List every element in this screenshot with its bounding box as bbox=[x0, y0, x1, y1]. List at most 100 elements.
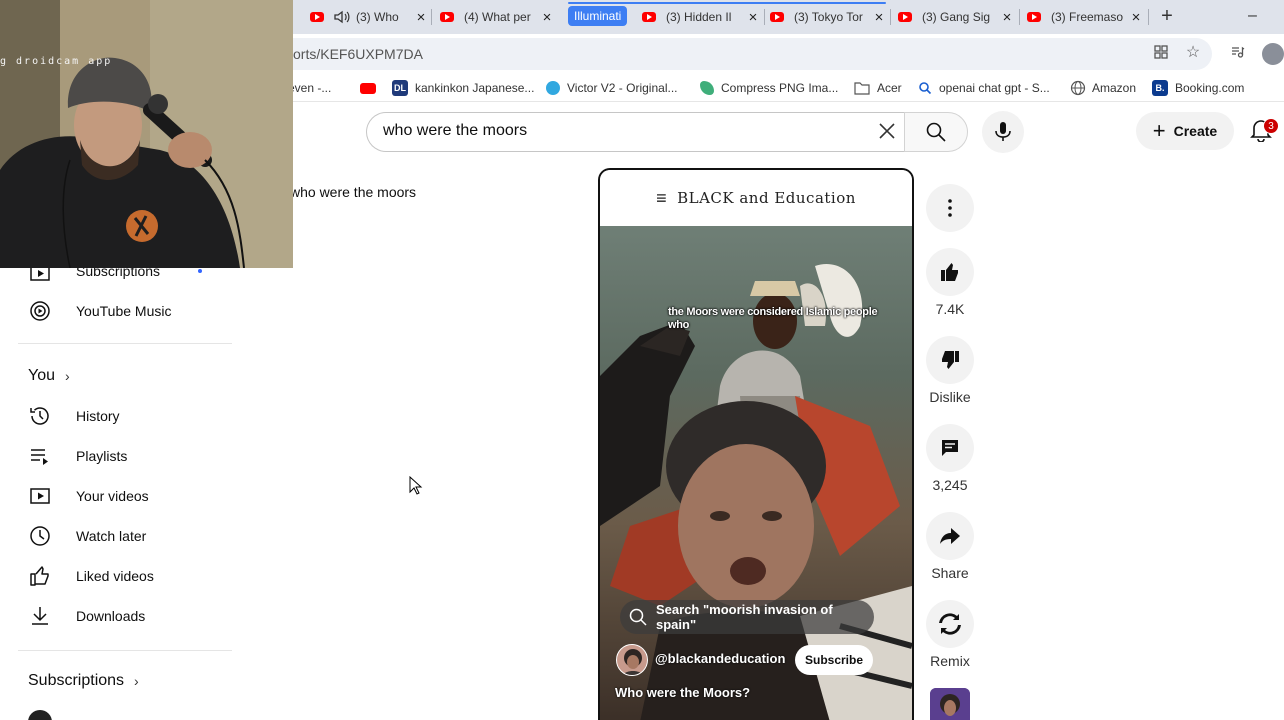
tab-who-were-the-moors[interactable]: (3) Who × bbox=[310, 5, 428, 29]
youtube-favicon-icon bbox=[1027, 12, 1041, 22]
webcam-watermark: g droidcam app bbox=[0, 56, 113, 67]
your-videos-icon bbox=[30, 488, 50, 504]
voice-search-button[interactable] bbox=[982, 111, 1024, 153]
tab-close-icon[interactable]: × bbox=[872, 9, 886, 26]
tab-gang-sig[interactable]: (3) Gang Sig × bbox=[898, 5, 1014, 29]
tab-what-per[interactable]: (4) What per × bbox=[440, 5, 554, 29]
tab-close-icon[interactable]: × bbox=[540, 9, 554, 26]
url-text[interactable]: orts/KEF6UXPM7DA bbox=[293, 46, 423, 62]
bookmark-label: Amazon bbox=[1092, 81, 1137, 95]
video-caption: the Moors were considered Islamic people… bbox=[668, 306, 878, 331]
tab-close-icon[interactable]: × bbox=[746, 9, 760, 26]
plus-icon: + bbox=[1152, 118, 1166, 143]
like-button[interactable] bbox=[926, 248, 974, 296]
bookmark-victor[interactable]: Victor V2 - Original... bbox=[546, 80, 677, 96]
booking-icon: B. bbox=[1152, 80, 1168, 96]
speaker-icon[interactable] bbox=[334, 10, 350, 24]
extensions-grid-icon[interactable] bbox=[1152, 44, 1170, 62]
tab-close-icon[interactable]: × bbox=[414, 9, 428, 26]
history-icon bbox=[30, 407, 49, 425]
tab-close-icon[interactable]: × bbox=[1129, 9, 1143, 26]
search-input[interactable] bbox=[383, 122, 863, 140]
search-button[interactable] bbox=[904, 112, 968, 152]
bookmark-openai[interactable]: openai chat gpt - S... bbox=[918, 80, 1050, 96]
subscribe-button[interactable]: Subscribe bbox=[795, 645, 873, 675]
remix-icon bbox=[939, 613, 961, 635]
youtube-favicon-icon bbox=[898, 12, 912, 22]
tab-separator bbox=[1148, 9, 1149, 25]
sidebar-item-label: Playlists bbox=[76, 448, 128, 464]
bookmark-star-icon[interactable]: ☆ bbox=[1184, 44, 1202, 62]
tab-separator bbox=[431, 9, 432, 25]
short-video-player[interactable]: ≡ BLACK and Education the Moors were con… bbox=[598, 168, 914, 720]
youtube-favicon-icon bbox=[310, 12, 324, 22]
tab-label: (4) What per bbox=[464, 10, 531, 24]
sidebar-divider bbox=[18, 343, 232, 344]
subscription-avatar[interactable] bbox=[28, 710, 52, 720]
sidebar-item-label: Downloads bbox=[76, 608, 146, 624]
share-arrow-icon bbox=[940, 528, 960, 544]
sidebar-item-watch-later[interactable]: Watch later bbox=[28, 524, 146, 548]
youtube-favicon-icon bbox=[642, 12, 656, 22]
channel-name-link[interactable]: @blackandeducation bbox=[655, 651, 785, 666]
create-button[interactable]: + Create bbox=[1136, 112, 1234, 150]
youtube-icon bbox=[360, 82, 376, 94]
sidebar-item-playlists[interactable]: Playlists bbox=[28, 444, 127, 468]
remix-button[interactable] bbox=[926, 600, 974, 648]
tab-separator bbox=[1019, 9, 1020, 25]
bookmark-amazon[interactable]: Amazon bbox=[1070, 80, 1136, 96]
tab-close-icon[interactable]: × bbox=[1000, 9, 1014, 26]
bookmark-kankinkon[interactable]: DL kankinkon Japanese... bbox=[392, 80, 534, 96]
sidebar-item-history[interactable]: History bbox=[28, 404, 120, 428]
comments-button[interactable] bbox=[926, 424, 974, 472]
share-button[interactable] bbox=[926, 512, 974, 560]
create-label: Create bbox=[1173, 123, 1218, 139]
bookmark-label: Acer bbox=[877, 81, 902, 95]
folder-icon bbox=[854, 82, 870, 95]
short-video-header: ≡ BLACK and Education bbox=[600, 170, 912, 226]
bookmark-booking[interactable]: B. Booking.com bbox=[1152, 80, 1244, 96]
search-history-item[interactable]: who were the moors bbox=[290, 184, 416, 200]
sidebar-item-youtube-music[interactable]: YouTube Music bbox=[28, 299, 171, 323]
bookmark-label: Compress PNG Ima... bbox=[721, 81, 839, 95]
bookmark-label: kankinkon Japanese... bbox=[415, 81, 535, 95]
like-count: 7.4K bbox=[935, 301, 965, 317]
bookmark-even[interactable]: even -... bbox=[288, 80, 331, 96]
tab-tokyo-tor[interactable]: (3) Tokyo Tor × bbox=[770, 5, 886, 29]
sidebar-item-downloads[interactable]: Downloads bbox=[28, 604, 145, 628]
microphone-icon bbox=[995, 122, 1011, 141]
related-search-pill[interactable]: Search "moorish invasion of spain" bbox=[620, 600, 874, 634]
sidebar-divider bbox=[18, 650, 232, 651]
sidebar-subscriptions-header[interactable]: Subscriptions › bbox=[28, 669, 139, 693]
sidebar-item-label: Your videos bbox=[76, 488, 149, 504]
profile-avatar[interactable] bbox=[1262, 43, 1284, 65]
bookmark-compress-png[interactable]: Compress PNG Ima... bbox=[700, 80, 838, 96]
sidebar-item-your-videos[interactable]: Your videos bbox=[28, 484, 149, 508]
thumbs-down-icon bbox=[942, 351, 959, 369]
media-controls-icon[interactable] bbox=[1228, 44, 1246, 62]
sidebar-item-label: Liked videos bbox=[76, 568, 154, 584]
clear-search-icon[interactable] bbox=[876, 118, 898, 144]
minimize-window-icon[interactable]: – bbox=[1248, 6, 1260, 26]
tab-label: (3) Who bbox=[356, 10, 399, 24]
bookmark-youtube[interactable] bbox=[360, 80, 383, 96]
new-tab-plus-icon[interactable]: + bbox=[1158, 5, 1176, 27]
playlists-icon bbox=[31, 449, 48, 465]
sound-source-thumbnail[interactable] bbox=[930, 688, 970, 720]
sidebar-you-header[interactable]: You › bbox=[28, 364, 70, 388]
victor-icon bbox=[546, 81, 560, 95]
more-vertical-icon bbox=[948, 199, 952, 217]
webcam-overlay: g droidcam app bbox=[0, 0, 293, 268]
channel-avatar[interactable] bbox=[616, 644, 648, 676]
tab-label: (3) Hidden Il bbox=[666, 10, 732, 24]
sidebar-item-liked-videos[interactable]: Liked videos bbox=[28, 564, 154, 588]
compress-png-icon bbox=[700, 81, 714, 95]
tab-freemaso[interactable]: (3) Freemaso × bbox=[1027, 5, 1143, 29]
tab-group-illuminati[interactable]: Illuminati bbox=[568, 6, 628, 26]
dislike-button[interactable] bbox=[926, 336, 974, 384]
bookmark-acer[interactable]: Acer bbox=[854, 80, 902, 96]
tab-hidden-il[interactable]: (3) Hidden Il × bbox=[642, 5, 760, 29]
watch-later-icon bbox=[30, 526, 50, 546]
more-options-button[interactable] bbox=[926, 184, 974, 232]
short-title[interactable]: Who were the Moors? bbox=[615, 685, 750, 700]
